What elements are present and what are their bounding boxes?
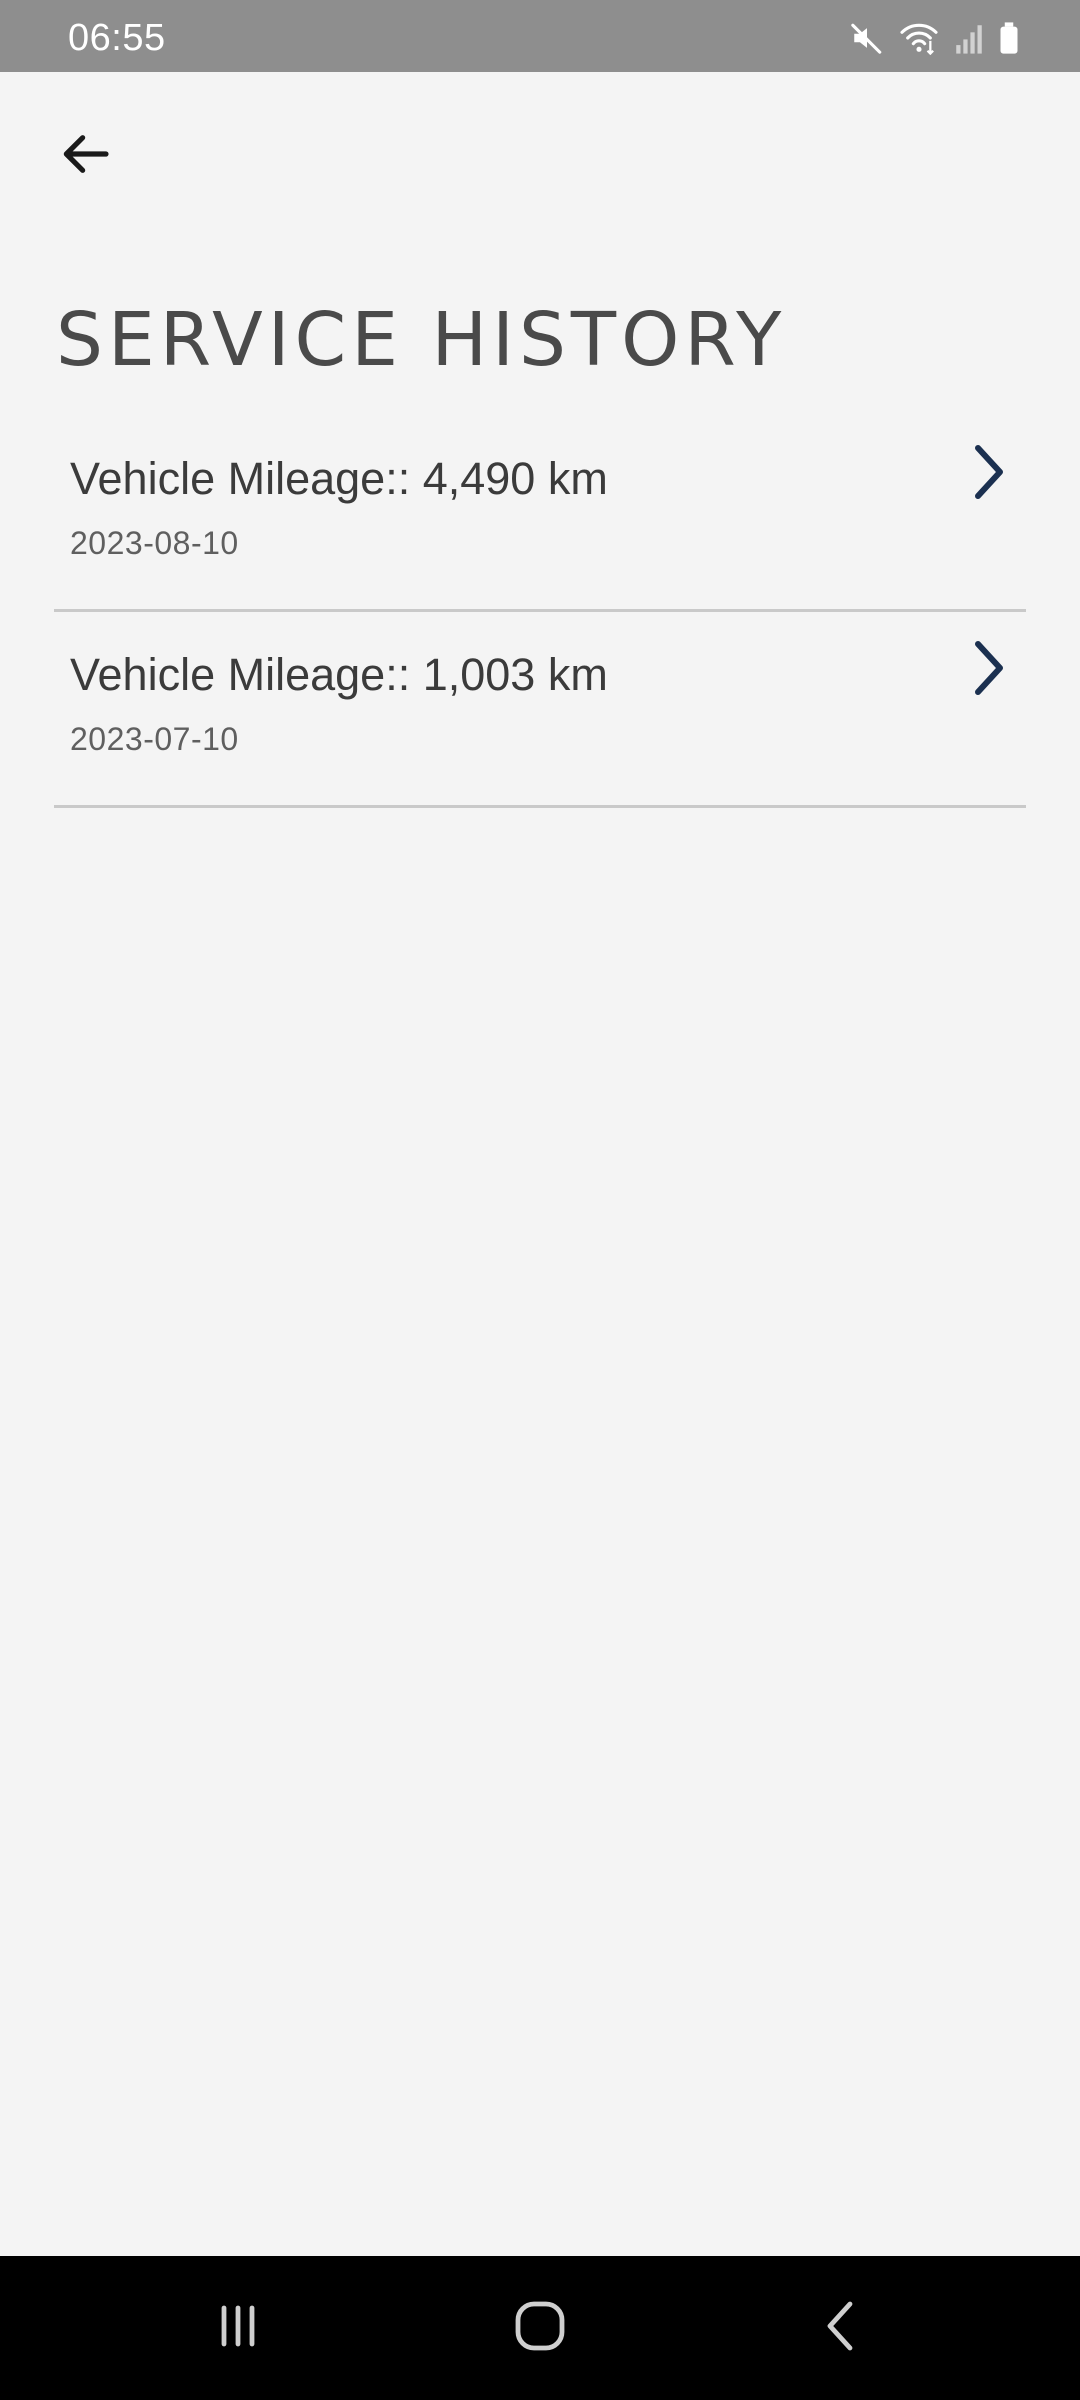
status-time: 06:55 [68, 17, 166, 59]
status-icons [850, 20, 1020, 56]
back-icon [812, 2296, 872, 2361]
page-title: SERVICE HISTORY [56, 297, 787, 383]
service-record-item[interactable]: Vehicle Mileage:: 4,490 km 2023-08-10 [54, 416, 1026, 612]
service-record-mileage: Vehicle Mileage:: 1,003 km [70, 649, 608, 700]
status-bar: 06:55 [0, 0, 1080, 72]
system-navigation-bar [0, 2256, 1080, 2400]
home-button[interactable] [495, 2292, 585, 2364]
service-record-mileage: Vehicle Mileage:: 4,490 km [70, 453, 608, 504]
battery-icon [998, 21, 1020, 55]
system-back-button[interactable] [797, 2292, 887, 2364]
back-button[interactable] [40, 116, 130, 196]
service-record-date: 2023-08-10 [70, 525, 239, 561]
service-record-item[interactable]: Vehicle Mileage:: 1,003 km 2023-07-10 [54, 612, 1026, 808]
recents-icon [208, 2296, 268, 2361]
recents-button[interactable] [193, 2292, 283, 2364]
mute-icon [850, 21, 884, 55]
arrow-left-icon [57, 126, 113, 187]
service-record-date: 2023-07-10 [70, 721, 239, 757]
chevron-right-icon [964, 440, 1012, 504]
home-icon [510, 2296, 570, 2361]
wifi-icon [898, 21, 940, 55]
service-history-list: Vehicle Mileage:: 4,490 km 2023-08-10 Ve… [54, 416, 1026, 808]
signal-icon [954, 21, 984, 55]
chevron-right-icon [964, 636, 1012, 700]
